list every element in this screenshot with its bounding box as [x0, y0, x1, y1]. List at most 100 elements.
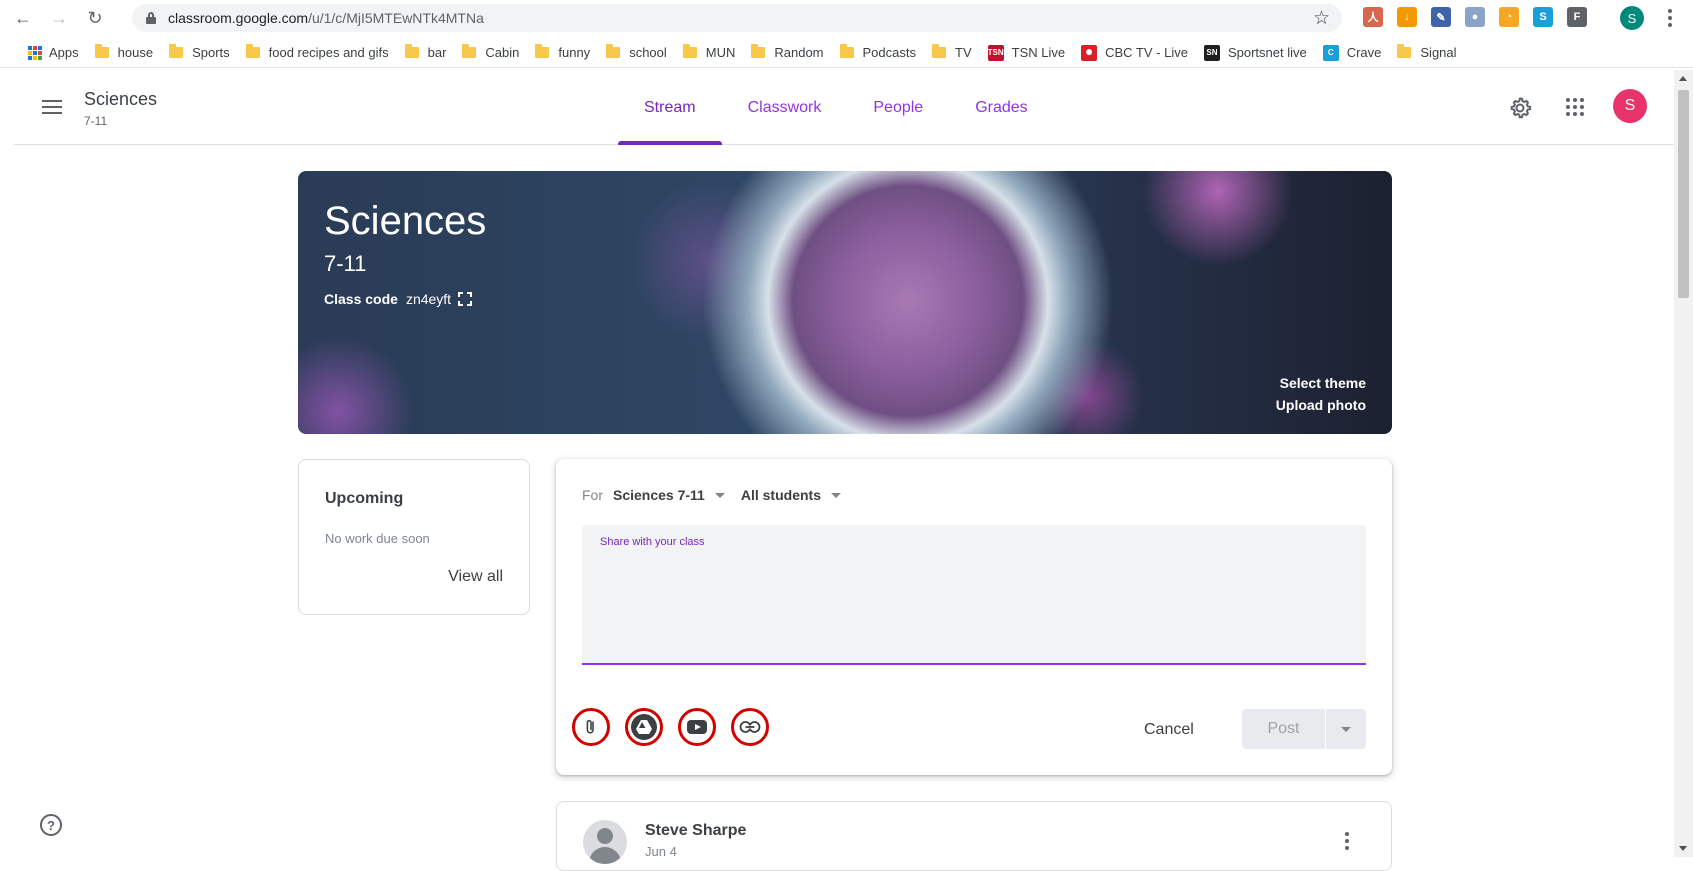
browser-profile-avatar[interactable]: S	[1620, 6, 1644, 30]
bookmark-label: MUN	[705, 45, 736, 60]
tab-people[interactable]: People	[847, 70, 949, 145]
drive-icon	[631, 714, 657, 740]
bookmark-random[interactable]: Random	[751, 44, 824, 60]
bookmark-label: Sports	[192, 45, 230, 60]
bookmark-sports[interactable]: Sports	[169, 44, 230, 60]
forward-icon[interactable]: →	[46, 5, 72, 31]
pdf-extension-icon[interactable]: 人	[1363, 7, 1383, 27]
s-extension-icon[interactable]: S	[1533, 7, 1553, 27]
bookmark-food-recipes-and-gifs[interactable]: food recipes and gifs	[245, 44, 389, 60]
bookmark-apps[interactable]: Apps	[28, 45, 79, 60]
dropdown-arrow-icon[interactable]	[830, 492, 841, 498]
pen-extension-icon[interactable]: ✎	[1431, 7, 1451, 27]
audience-select[interactable]: All students	[741, 487, 821, 503]
sportsnet-icon: SN	[1203, 44, 1220, 61]
main-menu-icon[interactable]	[42, 100, 62, 114]
bookmark-star-icon[interactable]: ☆	[1313, 7, 1330, 30]
apps-icon	[28, 45, 42, 60]
url-path: /u/1/c/MjI5MTEwNTk4MTNa	[308, 10, 484, 26]
reload-icon[interactable]: ↻	[82, 5, 108, 31]
gear-icon[interactable]	[1508, 96, 1532, 120]
scroll-thumb[interactable]	[1678, 90, 1689, 298]
folder-icon	[682, 44, 697, 58]
user-avatar[interactable]: S	[1613, 89, 1647, 123]
tab-classwork[interactable]: Classwork	[722, 70, 848, 145]
browser-menu-icon[interactable]	[1662, 6, 1678, 30]
bookmarks-bar: Apps house Sports food recipes and gifs bar C…	[0, 38, 1693, 68]
bookmark-label: TV	[955, 45, 972, 60]
scroll-down-arrow-icon[interactable]	[1679, 846, 1687, 851]
download-extension-icon[interactable]: ↓	[1397, 7, 1417, 27]
audience-row: For Sciences 7-11 All students	[582, 483, 857, 507]
upcoming-card: Upcoming No work due soon View all	[298, 459, 530, 615]
back-icon[interactable]: ←	[10, 5, 36, 31]
bookmark-label: TSN Live	[1011, 45, 1066, 60]
select-theme-link[interactable]: Select theme	[1280, 375, 1366, 391]
bookmark-sportsnet-live[interactable]: SN Sportsnet live	[1203, 44, 1307, 61]
dropdown-arrow-icon	[1341, 726, 1351, 732]
scroll-up-arrow-icon[interactable]	[1679, 76, 1687, 81]
help-icon[interactable]: ?	[40, 814, 62, 836]
bookmark-funny[interactable]: funny	[535, 44, 590, 60]
bookmark-label: Signal	[1420, 45, 1457, 60]
fullscreen-expand-icon[interactable]	[457, 291, 473, 307]
tab-grades[interactable]: Grades	[949, 70, 1053, 145]
class-section: 7-11	[84, 114, 108, 128]
share-input[interactable]: Share with your class	[582, 525, 1366, 665]
bookmark-tv[interactable]: TV	[932, 44, 972, 60]
browser-toolbar: ← → ↻ classroom.google.com/u/1/c/MjI5MTE…	[0, 0, 1693, 36]
post-button-group: Post	[1242, 709, 1366, 749]
address-bar[interactable]: classroom.google.com/u/1/c/MjI5MTEwNTk4M…	[132, 4, 1342, 32]
bookmark-mun[interactable]: MUN	[682, 44, 736, 60]
add-link-button[interactable]	[731, 708, 769, 746]
google-apps-icon[interactable]	[1566, 98, 1584, 116]
stream-post[interactable]: Steve Sharpe Jun 4	[556, 801, 1392, 871]
bookmark-signal[interactable]: Signal	[1397, 44, 1457, 60]
bookmark-cabin[interactable]: Cabin	[462, 44, 519, 60]
bookmark-cbc-tv-live[interactable]: ✺ CBC TV - Live	[1081, 44, 1188, 61]
classroom-header: Sciences 7-11 Stream Classwork People Grade…	[14, 70, 1674, 145]
f-extension-icon[interactable]: F	[1567, 7, 1587, 27]
page-scrollbar[interactable]	[1674, 70, 1693, 857]
cancel-button[interactable]: Cancel	[1144, 721, 1194, 739]
bookmark-podcasts[interactable]: Podcasts	[839, 44, 916, 60]
for-label: For	[582, 487, 603, 503]
bookmark-label: food recipes and gifs	[268, 45, 389, 60]
attach-file-button[interactable]	[572, 708, 610, 746]
class-title[interactable]: Sciences	[84, 89, 157, 110]
bookmark-label: Podcasts	[862, 45, 916, 60]
bookmark-tsn-live[interactable]: TSN TSN Live	[987, 44, 1066, 61]
folder-icon	[751, 44, 766, 58]
post-options-button[interactable]	[1326, 709, 1366, 749]
circle-extension-icon[interactable]: ●	[1465, 7, 1485, 27]
folder-icon	[94, 44, 109, 58]
bookmark-school[interactable]: school	[606, 44, 667, 60]
tab-stream[interactable]: Stream	[618, 70, 722, 145]
bookmark-bar[interactable]: bar	[404, 44, 446, 60]
extension-icons: 人 ↓ ✎ ● ◔ S F	[1363, 7, 1587, 27]
bookmark-crave[interactable]: C Crave	[1322, 44, 1381, 61]
class-code: Class code zn4eyft	[324, 291, 473, 307]
author-avatar-icon	[583, 820, 627, 864]
bookmark-label: school	[629, 45, 667, 60]
class-select[interactable]: Sciences 7-11	[613, 487, 705, 503]
upload-photo-link[interactable]: Upload photo	[1276, 397, 1366, 413]
folder-icon	[404, 44, 419, 58]
view-all-link[interactable]: View all	[448, 568, 503, 586]
google-drive-button[interactable]	[625, 708, 663, 746]
folder-icon	[606, 44, 621, 58]
youtube-button[interactable]	[678, 708, 716, 746]
link-icon	[739, 721, 761, 733]
folder-icon	[462, 44, 477, 58]
lock-icon	[146, 12, 156, 24]
post-button[interactable]: Post	[1242, 709, 1326, 749]
class-tabs: Stream Classwork People Grades	[618, 70, 1054, 145]
attachment-buttons	[572, 708, 769, 746]
ring-extension-icon[interactable]: ◔	[1499, 7, 1519, 27]
bookmark-house[interactable]: house	[94, 44, 153, 60]
upcoming-title: Upcoming	[325, 490, 404, 507]
class-code-label: Class code	[324, 291, 398, 307]
folder-icon	[1397, 44, 1412, 58]
post-menu-icon[interactable]	[1345, 832, 1349, 850]
dropdown-arrow-icon[interactable]	[714, 492, 725, 498]
